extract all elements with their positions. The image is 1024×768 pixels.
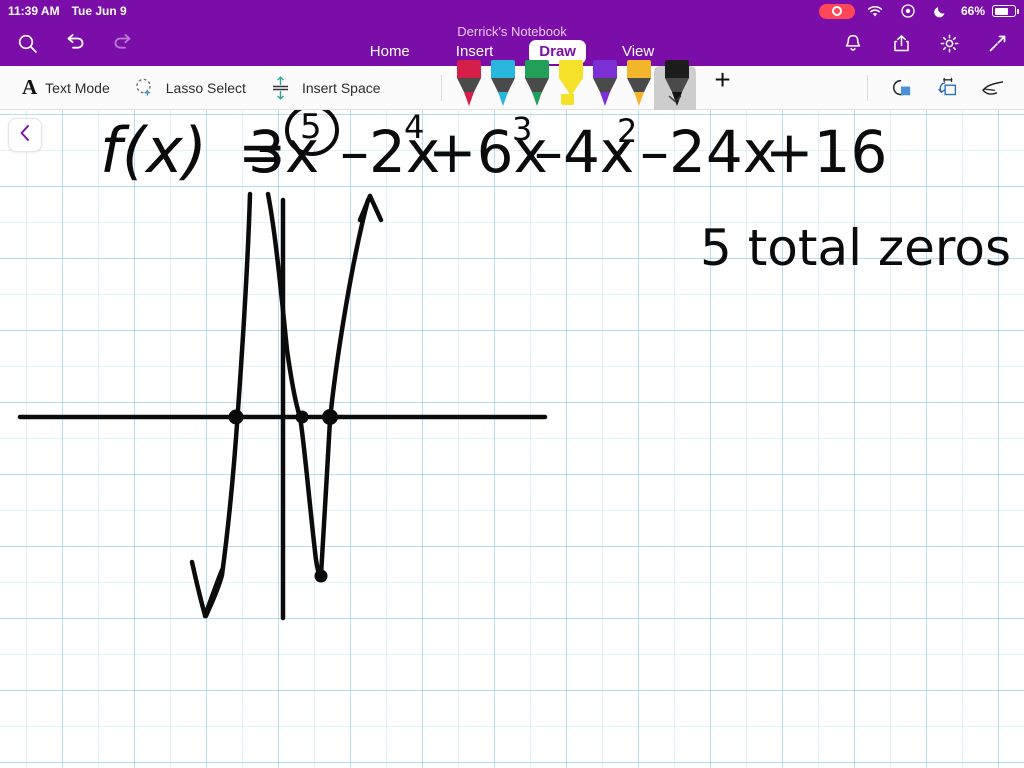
chevron-down-icon[interactable]: [668, 90, 682, 108]
curve-right-branch: [318, 197, 371, 578]
tool-pen-purple[interactable]: [586, 59, 620, 110]
down-arrow: [189, 559, 208, 618]
handwritten-equation: f(x) = = 3x 5 –2x 4 +6x 3 –4x 2 –24x +16: [100, 110, 887, 187]
curve-middle-branch: [265, 191, 324, 578]
record-icon: [818, 3, 855, 19]
svg-text:2: 2: [617, 112, 637, 150]
text-mode-icon: A: [22, 75, 38, 99]
text-mode-label: Text Mode: [45, 79, 110, 96]
pen-tray: +: [399, 59, 740, 110]
highlighter-yellow-icon: [556, 59, 583, 110]
ribbon-right-tools: [867, 74, 1006, 101]
status-bar: 11:39 AM Tue Jun 9 66%: [0, 0, 1024, 22]
bell-icon[interactable]: [840, 30, 866, 56]
insert-space-icon: [268, 75, 294, 101]
battery-icon: [992, 5, 1019, 17]
zero-point-3: [322, 409, 338, 425]
svg-text:–2x: –2x: [340, 118, 440, 186]
pen-crimson-icon: [454, 59, 481, 110]
svg-text:5: 5: [300, 110, 322, 147]
note-canvas[interactable]: f(x) = = 3x 5 –2x 4 +6x 3 –4x 2 –24x +16…: [0, 110, 1024, 768]
handwritten-ink-layer: f(x) = = 3x 5 –2x 4 +6x 3 –4x 2 –24x +16…: [17, 110, 1011, 621]
transform-icon[interactable]: [934, 75, 960, 101]
shape-fill-icon[interactable]: [888, 75, 914, 101]
tool-pen-black[interactable]: [653, 59, 696, 110]
text-mode-button[interactable]: A Text Mode: [22, 77, 110, 98]
pen-tray-divider: [440, 74, 442, 101]
wifi-icon: [862, 0, 888, 24]
pen-green-icon: [522, 59, 549, 110]
tool-pen-green[interactable]: [518, 59, 552, 110]
battery-percent: 66%: [960, 4, 985, 18]
notebook-app: 11:39 AM Tue Jun 9 66% Derrick's Noteboo…: [0, 0, 1024, 768]
svg-text:f(x): f(x): [100, 114, 207, 187]
insert-space-label: Insert Space: [301, 79, 381, 96]
zero-point-1: [228, 409, 244, 425]
eraser-icon: [403, 66, 429, 110]
svg-text:+16: +16: [765, 118, 887, 186]
lasso-select-button[interactable]: Lasso Select: [132, 75, 246, 101]
pen-purple-icon: [590, 59, 617, 110]
handwritten-annotation: 5 total zeros: [700, 219, 1011, 277]
zero-point-2: [295, 410, 309, 424]
curve-left-branch: [203, 191, 253, 619]
svg-text:3: 3: [512, 110, 532, 148]
orientation-lock-icon: [895, 0, 921, 24]
ribbon-right-divider: [867, 74, 868, 101]
draw-ribbon: A Text Mode Lasso Select Insert Space +: [0, 59, 1024, 110]
svg-text:5 total zeros: 5 total zeros: [700, 219, 1011, 277]
add-pen-button[interactable]: +: [706, 65, 740, 94]
lasso-select-icon: [132, 75, 158, 101]
svg-text:–24x: –24x: [640, 118, 777, 186]
moon-icon: [928, 0, 954, 24]
pen-orange-icon: [624, 59, 651, 110]
pen-cyan-icon: [488, 59, 515, 110]
tool-pen-orange[interactable]: [620, 59, 654, 110]
tool-highlighter-yellow[interactable]: [552, 59, 586, 110]
ruler-icon[interactable]: [980, 75, 1006, 101]
tool-eraser[interactable]: [399, 66, 433, 110]
share-icon[interactable]: [888, 30, 914, 56]
tool-pen-crimson[interactable]: [450, 59, 484, 110]
tool-pen-cyan[interactable]: [484, 59, 518, 110]
insert-space-button[interactable]: Insert Space: [268, 75, 381, 101]
app-bar-right-actions: [840, 30, 1010, 56]
status-bar-right: 66%: [818, 0, 1019, 24]
local-min-point: [314, 569, 328, 583]
status-time: 11:39 AM: [8, 4, 60, 18]
svg-text:4: 4: [404, 110, 424, 146]
collapse-icon[interactable]: [984, 30, 1010, 56]
status-bar-left: 11:39 AM Tue Jun 9: [8, 4, 127, 18]
gear-icon[interactable]: [936, 30, 962, 56]
lasso-select-label: Lasso Select: [165, 79, 246, 96]
status-date: Tue Jun 9: [71, 4, 127, 18]
